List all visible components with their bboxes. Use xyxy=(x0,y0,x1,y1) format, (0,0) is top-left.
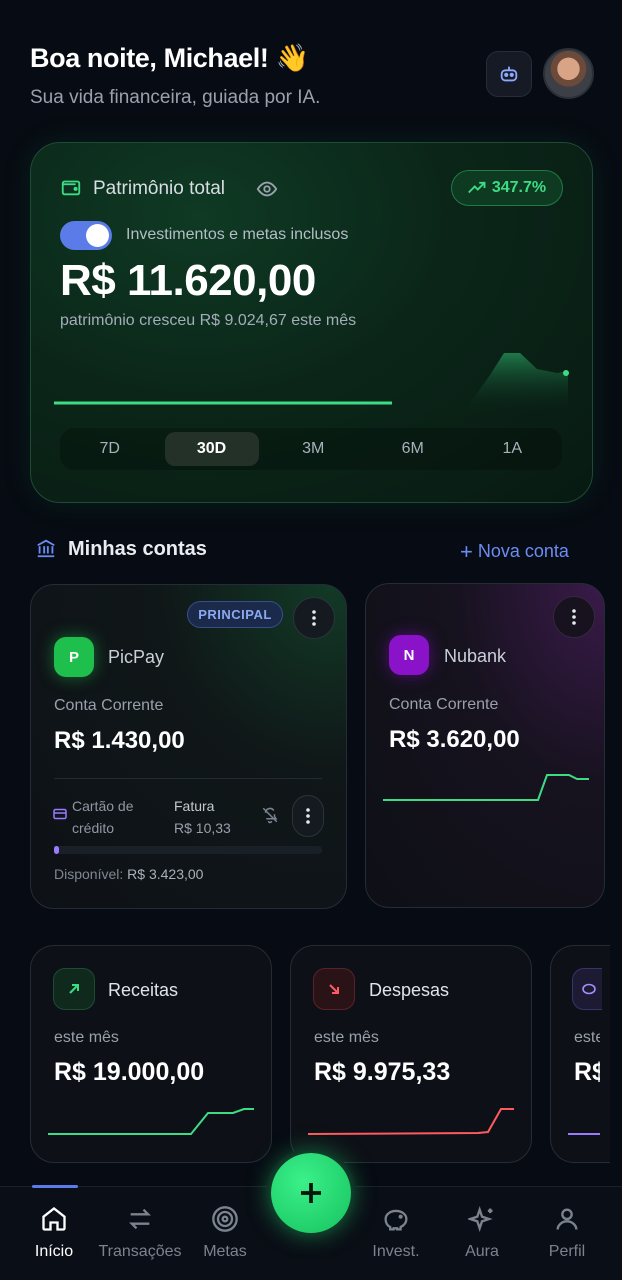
account-type: Conta Corrente xyxy=(389,696,499,713)
plus-icon: + xyxy=(460,539,473,564)
accounts-section-title: Minhas contas xyxy=(68,538,207,560)
piggy-bank-icon xyxy=(581,983,596,995)
investments-period: este mês xyxy=(574,1029,600,1046)
trending-up-icon xyxy=(467,181,486,194)
robot-icon xyxy=(500,66,518,82)
principal-badge: PRINCIPAL xyxy=(187,601,283,628)
range-3m[interactable]: 3M xyxy=(264,432,364,466)
investments-sparkline xyxy=(568,1133,600,1135)
include-investments-toggle[interactable] xyxy=(60,221,112,250)
expenses-sparkline xyxy=(308,1108,514,1135)
nav-invest-label: Invest. xyxy=(372,1243,420,1260)
change-badge-value: 347.7% xyxy=(491,179,547,196)
ai-assistant-button[interactable] xyxy=(486,51,532,97)
income-icon-box xyxy=(53,968,95,1010)
range-6m[interactable]: 6M xyxy=(363,432,463,466)
user-icon xyxy=(556,1208,578,1230)
credit-card-label: Cartão de crédito xyxy=(72,798,134,836)
nav-invest[interactable]: Invest. xyxy=(351,1203,441,1261)
available-label: Disponível: xyxy=(54,866,124,882)
account-menu-button[interactable] xyxy=(293,597,335,639)
chart-area xyxy=(470,353,568,413)
plus-icon xyxy=(301,1183,321,1203)
range-selector: 7D 30D 3M 6M 1A xyxy=(60,428,562,470)
more-vertical-icon xyxy=(306,808,310,824)
divider xyxy=(54,778,322,779)
bell-off-icon[interactable] xyxy=(261,806,279,824)
user-avatar[interactable] xyxy=(543,48,594,99)
fatura-block: Fatura R$ 10,33 xyxy=(174,795,231,839)
total-amount: R$ 11.620,00 xyxy=(60,256,316,305)
wallet-icon xyxy=(61,180,81,196)
eye-icon[interactable] xyxy=(256,178,278,200)
credit-progress-bar xyxy=(54,846,322,854)
greeting-subtitle: Sua vida financeira, guiada por IA. xyxy=(30,87,321,108)
nav-aura-label: Aura xyxy=(465,1243,499,1260)
patrimonio-title: Patrimônio total xyxy=(93,178,226,199)
fatura-label: Fatura xyxy=(174,798,215,814)
growth-text: patrimônio cresceu R$ 9.024,67 este mês xyxy=(60,312,357,329)
bank-icon xyxy=(37,539,55,558)
credit-card-icon xyxy=(53,808,67,820)
nav-transacoes[interactable]: Transações xyxy=(95,1203,185,1261)
range-1a[interactable]: 1A xyxy=(463,432,563,466)
expenses-icon-box xyxy=(313,968,355,1010)
nav-inicio-label: Início xyxy=(34,1243,74,1260)
range-30d[interactable]: 30D xyxy=(164,432,259,466)
income-sparkline xyxy=(48,1108,254,1135)
account-balance: R$ 1.430,00 xyxy=(54,727,185,754)
nav-metas-label: Metas xyxy=(203,1243,247,1260)
arrow-up-right-icon xyxy=(69,984,79,994)
range-7d[interactable]: 7D xyxy=(60,432,160,466)
investments-value: R$ xyxy=(574,1058,600,1086)
account-menu-button[interactable] xyxy=(553,596,595,638)
active-tab-indicator xyxy=(32,1185,78,1188)
account-name: PicPay xyxy=(108,647,165,667)
add-transaction-button[interactable] xyxy=(266,1148,356,1238)
toggle-label: Investimentos e metas inclusos xyxy=(126,226,349,243)
piggy-icon-box xyxy=(572,968,602,1010)
nav-perfil[interactable]: Perfil xyxy=(522,1203,612,1261)
expenses-title: Despesas xyxy=(369,980,450,1000)
nav-inicio[interactable]: Início xyxy=(9,1203,99,1261)
fatura-value: R$ 10,33 xyxy=(174,820,231,836)
account-name: Nubank xyxy=(444,646,507,666)
available-credit: Disponível: R$ 3.423,00 xyxy=(54,866,203,882)
new-account-button[interactable]: + Nova conta xyxy=(460,539,569,565)
income-period: este mês xyxy=(54,1029,119,1046)
credit-card-menu-button[interactable] xyxy=(292,795,324,837)
account-type: Conta Corrente xyxy=(54,697,164,714)
expenses-period: este mês xyxy=(314,1029,379,1046)
more-vertical-icon xyxy=(572,609,576,625)
available-value: R$ 3.423,00 xyxy=(127,866,204,882)
nubank-logo: N xyxy=(389,635,429,675)
home-icon xyxy=(42,1207,66,1231)
nav-aura[interactable]: Aura xyxy=(437,1203,527,1261)
income-value: R$ 19.000,00 xyxy=(54,1058,205,1086)
income-title: Receitas xyxy=(108,980,179,1000)
more-vertical-icon xyxy=(312,610,316,626)
target-icon xyxy=(212,1206,238,1232)
patrimonio-chart xyxy=(54,353,569,413)
nav-metas[interactable]: Metas xyxy=(180,1203,270,1261)
nav-transacoes-label: Transações xyxy=(98,1243,182,1260)
expenses-value: R$ 9.975,33 xyxy=(314,1058,451,1086)
account-sparkline xyxy=(383,774,589,801)
new-account-label: Nova conta xyxy=(477,541,569,561)
swap-icon xyxy=(129,1208,151,1230)
account-balance: R$ 3.620,00 xyxy=(389,726,520,753)
sparkles-icon xyxy=(468,1205,493,1233)
piggy-bank-icon xyxy=(384,1209,408,1231)
nav-perfil-label: Perfil xyxy=(548,1243,586,1260)
picpay-logo: P xyxy=(54,637,94,677)
greeting-title: Boa noite, Michael! 👋 xyxy=(30,43,309,73)
arrow-down-right-icon xyxy=(329,984,339,994)
change-badge: 347.7% xyxy=(451,170,563,206)
